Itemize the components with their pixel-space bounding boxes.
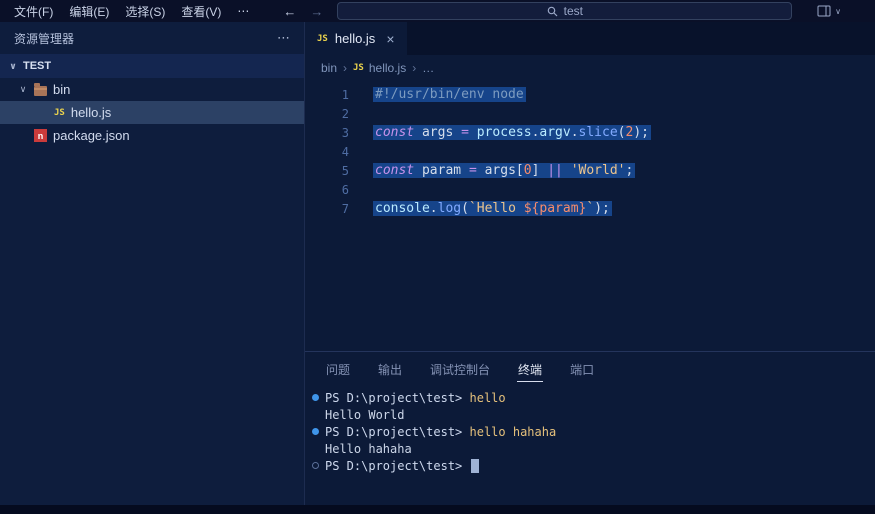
js-icon: JS (353, 63, 364, 73)
search-icon (547, 6, 558, 16)
code-editor[interactable]: 1 #!/usr/bin/env node 2 3 const args = proce… (305, 81, 875, 351)
file-tree: ∨ bin JS hello.js n package.json (0, 78, 304, 147)
breadcrumb-label: … (422, 61, 435, 75)
terminal-text: PS D:\project\test> (325, 424, 470, 439)
nav-back-button[interactable]: ← (283, 4, 296, 19)
chevron-right-icon: › (412, 61, 417, 75)
line-number: 6 (341, 182, 349, 197)
close-icon[interactable]: × (386, 31, 394, 47)
code-highlight: const param = args[0] || 'World'; (373, 163, 636, 178)
line-number: 1 (341, 87, 349, 102)
editor-tabbar: JS hello.js × (305, 22, 875, 55)
tree-item-label: bin (53, 82, 71, 97)
chevron-down-icon: ∨ (835, 6, 841, 16)
code-line[interactable]: 2 (305, 104, 875, 123)
tree-item-package-json[interactable]: n package.json (0, 124, 304, 147)
command-center-search[interactable]: test (337, 2, 793, 20)
titlebar: 文件(F) 编辑(E) 选择(S) 查看(V) ⋯ ← → test ∨ (0, 0, 875, 22)
breadcrumb: bin › JS hello.js › … (305, 55, 875, 81)
panel-tab-output[interactable]: 输出 (377, 352, 403, 387)
nav-forward-button[interactable]: → (310, 4, 323, 19)
code-highlight: const args = process.argv.slice(2); (373, 125, 651, 140)
line-number: 3 (341, 125, 349, 140)
line-number: 4 (341, 144, 349, 159)
tab-hello-js[interactable]: JS hello.js × (305, 22, 407, 55)
chevron-down-icon: ∨ (9, 60, 17, 71)
tree-item-label: package.json (53, 128, 130, 143)
terminal-text: PS D:\project\test> (325, 390, 470, 405)
breadcrumb-label: hello.js (368, 61, 407, 75)
js-icon: JS (54, 107, 65, 118)
tree-item-hello-js[interactable]: JS hello.js (0, 101, 304, 124)
menubar-item-more[interactable]: ⋯ (229, 0, 257, 22)
code-text: const param = args[0] || 'World'; (373, 163, 636, 178)
editor-group: JS hello.js × bin › JS hello.js › … 1 #!/usr/b… (305, 22, 875, 505)
terminal-line: PS D:\project\test> (305, 457, 875, 474)
panel-tabs: 问题 输出 调试控制台 终端 端口 (305, 352, 875, 387)
line-number: 5 (341, 163, 349, 178)
terminal-cursor (470, 458, 479, 473)
js-icon: JS (317, 33, 328, 44)
panel-tab-terminal[interactable]: 终端 (517, 352, 544, 387)
code-text: #!/usr/bin/env node (373, 87, 526, 102)
terminal-text: hello hahaha (469, 424, 557, 439)
command-decoration-icon (312, 394, 319, 401)
section-header-test[interactable]: ∨ TEST (0, 54, 304, 78)
panel-tab-debug-console[interactable]: 调试控制台 (429, 352, 491, 387)
folder-icon (34, 82, 47, 96)
workbench: 资源管理器 ⋯ ∨ TEST ∨ bin JS hello.js n package.js… (0, 22, 875, 505)
terminal-text: PS D:\project\test> (325, 458, 470, 473)
more-actions-button[interactable]: ⋯ (277, 30, 290, 46)
breadcrumb-item[interactable]: … (422, 61, 434, 75)
line-number: 7 (341, 201, 349, 216)
terminal-text: hello (469, 390, 506, 405)
breadcrumb-label: bin (321, 61, 338, 75)
terminal-line: Hello hahaha (305, 440, 875, 457)
terminal-line: PS D:\project\test> hello hahaha (305, 423, 875, 440)
npm-icon: n (34, 129, 47, 142)
terminal-line: PS D:\project\test> hello (305, 389, 875, 406)
terminal-text: Hello World (325, 407, 405, 422)
menubar-item-edit[interactable]: 编辑(E) (61, 0, 117, 22)
terminal-line: Hello World (305, 406, 875, 423)
line-number: 2 (341, 106, 349, 121)
code-highlight: console.log(`Hello ${param}`); (373, 201, 612, 216)
terminal-output[interactable]: PS D:\project\test> hello Hello World PS D… (305, 387, 875, 505)
code-line[interactable]: 5 const param = args[0] || 'World'; (305, 161, 875, 180)
layout-button[interactable]: ∨ (817, 5, 841, 17)
tab-label: hello.js (334, 31, 376, 46)
terminal-text: Hello hahaha (325, 441, 412, 456)
menu-bar: 文件(F) 编辑(E) 选择(S) 查看(V) ⋯ (6, 0, 257, 22)
code-line[interactable]: 1 #!/usr/bin/env node (305, 85, 875, 104)
code-text: console.log(`Hello ${param}`); (373, 201, 612, 216)
bottom-panel: 问题 输出 调试控制台 终端 端口 PS D:\project\test> hello H… (305, 351, 875, 505)
layout-icon (817, 5, 831, 17)
menubar-item-selection[interactable]: 选择(S) (117, 0, 173, 22)
breadcrumb-item[interactable]: JS hello.js (353, 61, 406, 75)
code-line[interactable]: 6 (305, 180, 875, 199)
menubar-item-view[interactable]: 查看(V) (173, 0, 229, 22)
tree-item-bin[interactable]: ∨ bin (0, 78, 304, 101)
panel-tab-problems[interactable]: 问题 (325, 352, 351, 387)
status-bar (0, 505, 875, 514)
nav-arrows: ← → (283, 4, 323, 19)
explorer-title: 资源管理器 (14, 31, 75, 46)
code-line[interactable]: 7 console.log(`Hello ${param}`); (305, 199, 875, 218)
breadcrumb-item[interactable]: bin (321, 61, 337, 75)
search-value: test (563, 4, 583, 18)
code-text: const args = process.argv.slice(2); (373, 125, 651, 140)
explorer-header: 资源管理器 ⋯ (0, 22, 304, 54)
chevron-right-icon: › (343, 61, 348, 75)
code-line[interactable]: 3 const args = process.argv.slice(2); (305, 123, 875, 142)
chevron-down-icon: ∨ (19, 84, 27, 94)
code-highlight: #!/usr/bin/env node (373, 87, 526, 102)
code-line[interactable]: 4 (305, 142, 875, 161)
explorer-sidebar: 资源管理器 ⋯ ∨ TEST ∨ bin JS hello.js n package.js… (0, 22, 305, 505)
panel-tab-ports[interactable]: 端口 (569, 352, 595, 387)
command-decoration-icon (312, 462, 319, 469)
section-label: TEST (23, 60, 52, 72)
command-decoration-icon (312, 428, 319, 435)
menubar-item-file[interactable]: 文件(F) (6, 0, 61, 22)
tree-item-label: hello.js (70, 105, 112, 120)
